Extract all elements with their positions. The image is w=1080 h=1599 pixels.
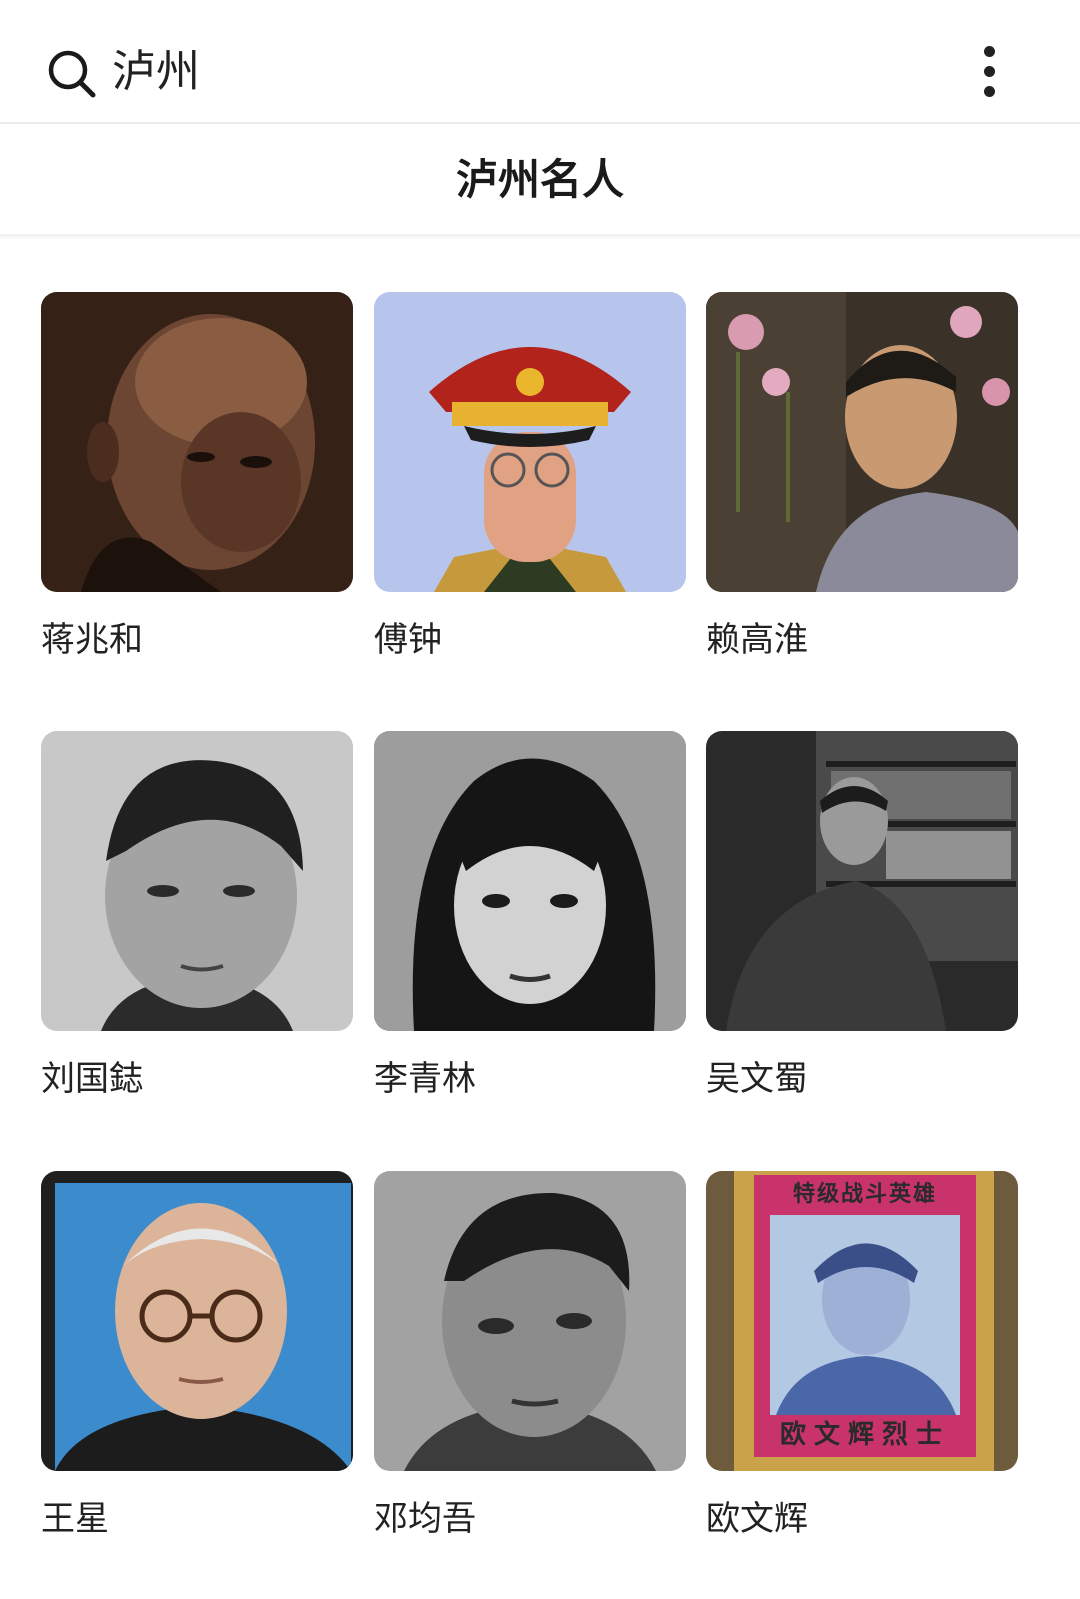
person-card[interactable]: 邓均吾 [374, 1171, 686, 1571]
person-name[interactable]: 刘国鋕 [41, 1057, 143, 1101]
more-dot-icon [984, 86, 995, 97]
portrait-bw-man-bookshelf[interactable] [706, 731, 1018, 1031]
portrait-military-cap-glasses[interactable] [374, 292, 686, 592]
more-options-button[interactable] [970, 40, 1010, 104]
person-name[interactable]: 李青林 [374, 1057, 476, 1101]
person-name[interactable]: 邓均吾 [374, 1497, 476, 1541]
portrait-sepia-elderly-man[interactable] [41, 292, 353, 592]
person-name[interactable]: 蒋兆和 [41, 618, 143, 662]
person-card[interactable]: 蒋兆和 [41, 292, 353, 692]
search-query[interactable]: 泸州 [112, 44, 200, 100]
portrait-glasses-blue-background[interactable] [41, 1171, 353, 1471]
portrait-man-flowers[interactable] [706, 292, 1018, 592]
person-card[interactable]: 李青林 [374, 731, 686, 1131]
frame-banner-text: 特级战斗英雄 [792, 1182, 937, 1207]
portrait-bw-young-man[interactable] [41, 731, 353, 1031]
person-name[interactable]: 欧文辉 [706, 1497, 808, 1541]
person-name[interactable]: 王星 [41, 1497, 109, 1541]
person-card[interactable]: 特级战斗英雄 欧文辉烈士 欧文辉 [706, 1171, 1018, 1571]
framed-portrait-soldier[interactable]: 特级战斗英雄 欧文辉烈士 [706, 1171, 1018, 1471]
person-card[interactable]: 刘国鋕 [41, 731, 353, 1131]
frame-caption-text: 欧文辉烈士 [779, 1420, 950, 1450]
more-dot-icon [984, 66, 995, 77]
person-card[interactable]: 王星 [41, 1171, 353, 1571]
person-card[interactable]: 吴文蜀 [706, 731, 1018, 1131]
person-name[interactable]: 吴文蜀 [706, 1057, 808, 1101]
person-name[interactable]: 傅钟 [374, 618, 442, 662]
search-icon[interactable] [46, 48, 98, 100]
search-bar[interactable]: 泸州 [0, 0, 1080, 124]
title-divider [0, 234, 1080, 239]
person-card[interactable]: 傅钟 [374, 292, 686, 692]
portrait-bw-man[interactable] [374, 1171, 686, 1471]
portrait-bw-woman[interactable] [374, 731, 686, 1031]
person-name[interactable]: 赖高淮 [706, 618, 808, 662]
page-title: 泸州名人 [455, 155, 624, 204]
person-card[interactable]: 赖高淮 [706, 292, 1018, 692]
more-dot-icon [984, 46, 995, 57]
